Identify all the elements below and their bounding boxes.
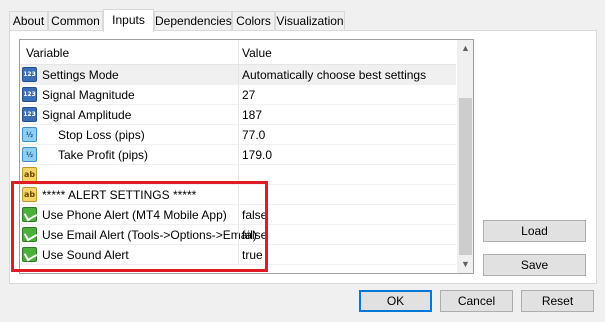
cancel-button[interactable]: Cancel: [440, 290, 513, 312]
tab-bar: About Common Inputs Dependencies Colors …: [9, 9, 429, 32]
inputs-grid: Variable Value 123 Settings Mode Automatic…: [19, 39, 474, 274]
cell-divider: [238, 245, 239, 265]
scroll-up-arrow-icon[interactable]: ▲: [457, 40, 473, 57]
reset-button[interactable]: Reset: [521, 290, 594, 312]
variable-value[interactable]: 187: [242, 108, 262, 122]
column-header-variable[interactable]: Variable: [26, 46, 69, 60]
table-row[interactable]: Use Email Alert (Tools->Options->Email) f…: [20, 225, 456, 245]
bool-icon: [22, 207, 37, 222]
table-row[interactable]: 123 Settings Mode Automatically choose bes…: [20, 65, 456, 85]
variable-name: Use Phone Alert (MT4 Mobile App): [42, 208, 227, 222]
table-row[interactable]: ½ Stop Loss (pips) 77.0: [20, 125, 456, 145]
row-divider: [20, 264, 456, 265]
variable-name: Use Email Alert (Tools->Options->Email): [42, 228, 257, 242]
table-row[interactable]: ab: [20, 165, 456, 185]
variable-name: Signal Magnitude: [42, 88, 135, 102]
number-icon: 123: [22, 107, 37, 122]
table-row[interactable]: Use Sound Alert true: [20, 245, 456, 265]
tab-dependencies[interactable]: Dependencies: [154, 11, 232, 31]
number-icon: 123: [22, 67, 37, 82]
cell-divider: [238, 185, 239, 205]
variable-value[interactable]: false: [242, 228, 267, 242]
cell-divider: [238, 85, 239, 105]
variable-name: Use Sound Alert: [42, 248, 129, 262]
tab-inputs[interactable]: Inputs: [103, 9, 154, 32]
variable-name: Take Profit (pips): [58, 148, 149, 162]
bool-icon: [22, 247, 37, 262]
variable-name: Settings Mode: [42, 68, 119, 82]
tab-about[interactable]: About: [9, 11, 48, 31]
vertical-scrollbar[interactable]: ▲ ▼: [457, 40, 473, 273]
tab-common[interactable]: Common: [48, 11, 103, 31]
scroll-down-arrow-icon[interactable]: ▼: [457, 256, 473, 273]
table-row[interactable]: 123 Signal Magnitude 27: [20, 85, 456, 105]
string-icon: ab: [22, 187, 37, 202]
variable-name: ***** ALERT SETTINGS *****: [42, 188, 197, 202]
tab-visualization[interactable]: Visualization: [275, 11, 345, 31]
scrollbar-thumb[interactable]: [459, 98, 472, 255]
cell-divider: [238, 165, 239, 185]
tab-colors[interactable]: Colors: [232, 11, 275, 31]
table-row[interactable]: ½ Take Profit (pips) 179.0: [20, 145, 456, 165]
number-icon: 123: [22, 87, 37, 102]
table-row[interactable]: ab ***** ALERT SETTINGS *****: [20, 185, 456, 205]
variable-value[interactable]: false: [242, 208, 267, 222]
cell-divider: [238, 205, 239, 225]
cell-divider: [238, 225, 239, 245]
cell-divider: [238, 145, 239, 165]
table-row[interactable]: Use Phone Alert (MT4 Mobile App) false: [20, 205, 456, 225]
variable-value[interactable]: 77.0: [242, 128, 265, 142]
variable-value[interactable]: Automatically choose best settings: [242, 68, 426, 82]
cell-divider: [238, 65, 239, 85]
bool-icon: [22, 227, 37, 242]
save-button[interactable]: Save: [483, 254, 586, 276]
variable-value[interactable]: 27: [242, 88, 255, 102]
column-header-value[interactable]: Value: [242, 46, 272, 60]
column-divider[interactable]: [238, 40, 239, 64]
fraction-icon: ½: [22, 147, 37, 162]
cell-divider: [238, 105, 239, 125]
load-button[interactable]: Load: [483, 220, 586, 242]
ok-button[interactable]: OK: [359, 290, 432, 312]
string-icon: ab: [22, 167, 37, 182]
cell-divider: [238, 125, 239, 145]
variable-value[interactable]: 179.0: [242, 148, 272, 162]
variable-name: Signal Amplitude: [42, 108, 132, 122]
grid-header: Variable Value: [20, 40, 456, 65]
variable-name: Stop Loss (pips): [58, 128, 145, 142]
table-row[interactable]: 123 Signal Amplitude 187: [20, 105, 456, 125]
fraction-icon: ½: [22, 127, 37, 142]
variable-value[interactable]: true: [242, 248, 263, 262]
